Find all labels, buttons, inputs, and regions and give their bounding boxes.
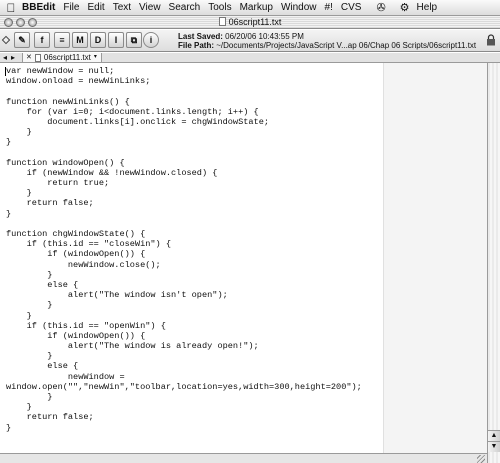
code-line[interactable]: } (6, 209, 362, 219)
script-menu-icon[interactable]: ✇ (369, 1, 392, 14)
marker-menu-button[interactable]: M (72, 32, 88, 48)
gear-menu-icon[interactable]: ⚙ (393, 1, 417, 14)
code-line[interactable]: } (6, 300, 362, 310)
document-toolbar: ✎ f ≡ M D I ⧉ i Last Saved: 06/20/06 10:… (0, 30, 500, 52)
menu-search[interactable]: Search (169, 2, 209, 13)
code-line[interactable]: } (6, 423, 362, 433)
document-proxy-icon[interactable] (218, 17, 226, 26)
code-line[interactable]: if (this.id == "closeWin") { (6, 239, 362, 249)
zoom-window-button[interactable] (28, 18, 37, 27)
window-controls (4, 18, 37, 27)
window-title-bar[interactable]: 06script11.txt (0, 16, 500, 29)
code-line[interactable]: if (windowOpen()) { (6, 249, 362, 259)
info-button-label: i (149, 35, 153, 45)
page-guide-margin (383, 63, 487, 453)
info-button[interactable]: i (143, 32, 159, 48)
code-line[interactable]: return true; (6, 178, 362, 188)
code-line[interactable]: } (6, 351, 362, 361)
code-line[interactable]: } (6, 402, 362, 412)
file-info: Last Saved: 06/20/06 10:43:55 PM File Pa… (178, 32, 476, 50)
menu-tools[interactable]: Tools (208, 2, 239, 13)
menu-text[interactable]: Text (113, 2, 139, 13)
document-tab-bar: ◂ ▸ ✕ 06script11.txt ▾ (0, 53, 500, 63)
vertical-scrollbar[interactable]: ▲ ▼ (487, 63, 500, 463)
code-line[interactable]: window.open("","newWin","toolbar,locatio… (6, 382, 362, 392)
function-menu-label: f (40, 35, 44, 45)
minimize-window-button[interactable] (16, 18, 25, 27)
scroll-down-arrow-icon[interactable]: ▼ (488, 441, 500, 452)
menu-bar:  BBEdit File Edit Text View Search Tool… (0, 0, 500, 16)
file-path-value[interactable]: ~/Documents/Projects/JavaScript V...ap 0… (216, 41, 476, 50)
menu-help[interactable]: Help (417, 2, 446, 13)
code-line[interactable]: } (6, 311, 362, 321)
text-editor[interactable]: var newWindow = null; window.onload = new… (0, 63, 487, 453)
code-line[interactable]: var newWindow = null; (6, 66, 362, 76)
code-line[interactable]: window.onload = newWinLinks; (6, 76, 362, 86)
toolbar-toggle-icon[interactable] (1, 35, 11, 45)
code-line[interactable]: } (6, 392, 362, 402)
apple-menu-icon[interactable]:  (0, 1, 22, 15)
code-line[interactable]: return false; (6, 412, 362, 422)
code-line[interactable]: alert("The window isn't open"); (6, 290, 362, 300)
scroll-up-arrow-icon[interactable]: ▲ (488, 430, 500, 441)
tab-label: 06script11.txt (43, 53, 91, 62)
code-line[interactable]: if (this.id == "openWin") { (6, 321, 362, 331)
code-line[interactable]: function windowOpen() { (6, 158, 362, 168)
include-menu-label: I (114, 35, 118, 45)
code-line[interactable]: } (6, 188, 362, 198)
resize-grip-icon[interactable] (477, 455, 485, 463)
pencil-button[interactable]: ✎ (14, 32, 30, 48)
status-bar (0, 453, 487, 463)
code-line[interactable]: function newWinLinks() { (6, 97, 362, 107)
forward-arrow-icon[interactable]: ▸ (11, 53, 15, 63)
code-line[interactable] (6, 219, 362, 229)
code-line[interactable]: } (6, 127, 362, 137)
code-line[interactable]: newWindow = (6, 372, 362, 382)
code-line[interactable]: if (newWindow && !newWindow.closed) { (6, 168, 362, 178)
last-saved-value: 06/20/06 10:43:55 PM (225, 32, 304, 41)
document-icon (34, 53, 41, 62)
text-options-button[interactable]: ≡ (54, 32, 70, 48)
code-line[interactable]: else { (6, 280, 362, 290)
chevron-down-icon[interactable]: ▾ (94, 53, 97, 62)
code-content[interactable]: var newWindow = null; window.onload = new… (6, 66, 362, 433)
document-menu-button[interactable]: D (90, 32, 106, 48)
menu-view[interactable]: View (139, 2, 169, 13)
code-line[interactable]: if (windowOpen()) { (6, 331, 362, 341)
code-line[interactable]: document.links[i].onclick = chgWindowSta… (6, 117, 362, 127)
close-tab-icon[interactable]: ✕ (26, 53, 32, 62)
code-line[interactable]: function chgWindowState() { (6, 229, 362, 239)
tab-06script11[interactable]: ✕ 06script11.txt ▾ (22, 53, 102, 63)
code-line[interactable]: else { (6, 361, 362, 371)
menu-cvs[interactable]: CVS (341, 2, 370, 13)
menu-shebang[interactable]: #! (325, 2, 341, 13)
window-title: 06script11.txt (228, 17, 282, 27)
document-menu-label: D (94, 35, 102, 45)
menu-bbedit[interactable]: BBEdit (22, 2, 63, 13)
menu-file[interactable]: File (63, 2, 87, 13)
file-path-label: File Path: (178, 41, 215, 50)
counterpart-button[interactable]: ⧉ (126, 32, 142, 48)
code-line[interactable] (6, 148, 362, 158)
code-line[interactable] (6, 86, 362, 96)
include-menu-button[interactable]: I (108, 32, 124, 48)
menu-window[interactable]: Window (281, 2, 325, 13)
back-arrow-icon[interactable]: ◂ (3, 53, 7, 63)
menu-edit[interactable]: Edit (87, 2, 112, 13)
code-line[interactable]: return false; (6, 198, 362, 208)
close-window-button[interactable] (4, 18, 13, 27)
code-line[interactable]: alert("The window is already open!"); (6, 341, 362, 351)
code-line[interactable]: newWindow.close(); (6, 260, 362, 270)
code-line[interactable]: } (6, 270, 362, 280)
last-saved-label: Last Saved: (178, 32, 223, 41)
function-menu-button[interactable]: f (34, 32, 50, 48)
menu-markup[interactable]: Markup (240, 2, 281, 13)
lock-icon[interactable] (486, 34, 496, 46)
code-line[interactable]: } (6, 137, 362, 147)
code-line[interactable]: for (var i=0; i<document.links.length; i… (6, 107, 362, 117)
marker-menu-label: M (76, 35, 84, 45)
